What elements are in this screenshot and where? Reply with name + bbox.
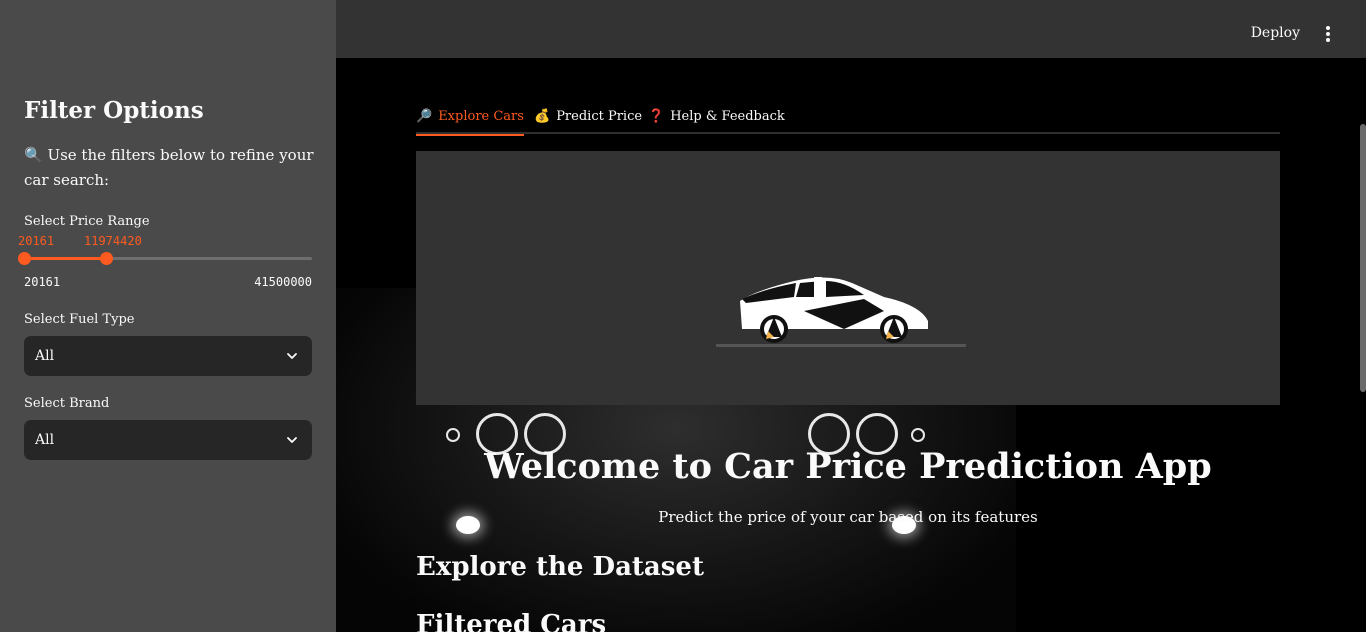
magnifier-icon: 🔎 <box>416 108 433 124</box>
price-low-thumb[interactable] <box>17 252 31 265</box>
kebab-menu-icon[interactable] <box>1322 26 1334 42</box>
chevron-down-icon <box>287 437 297 443</box>
page-subtitle: Predict the price of your car based on i… <box>658 508 1038 526</box>
price-range-fill <box>24 257 107 260</box>
car-animation-banner <box>416 151 1280 405</box>
chevron-down-icon <box>287 353 297 359</box>
fuel-type-label: Select Fuel Type <box>24 312 135 327</box>
main-content: 🔎 Explore Cars 💰 Predict Price ❓ Help & … <box>336 58 1366 632</box>
tab-help-feedback[interactable]: ❓ Help & Feedback <box>648 104 785 128</box>
brand-value: All <box>35 432 55 448</box>
section-explore-dataset: Explore the Dataset <box>416 552 704 582</box>
road-line <box>716 344 966 347</box>
tab-explore-cars[interactable]: 🔎 Explore Cars <box>416 104 524 136</box>
fuel-type-select[interactable]: All <box>24 336 312 376</box>
price-low-value: 20161 <box>18 234 55 248</box>
tab-predict-price[interactable]: 💰 Predict Price <box>534 104 642 128</box>
money-bag-icon: 💰 <box>534 108 551 124</box>
price-min-label: 20161 <box>24 275 61 289</box>
sidebar-help-text: 🔍 Use the filters below to refine your c… <box>24 146 314 189</box>
question-icon: ❓ <box>648 108 665 124</box>
brand-label: Select Brand <box>24 396 110 411</box>
fuel-type-value: All <box>35 348 55 364</box>
sidebar-title: Filter Options <box>24 97 204 124</box>
price-high-value: 11974420 <box>84 234 142 248</box>
brand-select[interactable]: All <box>24 420 312 460</box>
main-scrollbar[interactable] <box>1360 124 1366 392</box>
tab-bar: 🔎 Explore Cars 💰 Predict Price ❓ Help & … <box>416 98 1280 136</box>
page-title: Welcome to Car Price Prediction App <box>484 446 1212 487</box>
deploy-button[interactable]: Deploy <box>1251 25 1300 41</box>
price-range-label: Select Price Range <box>24 214 150 229</box>
car-icon <box>740 277 928 343</box>
price-high-thumb[interactable] <box>100 252 114 265</box>
price-max-label: 41500000 <box>254 275 312 289</box>
price-range-slider[interactable] <box>17 252 312 265</box>
sidebar: Filter Options 🔍 Use the filters below t… <box>0 0 336 632</box>
section-filtered-cars: Filtered Cars <box>416 610 607 632</box>
app-header: Deploy <box>336 0 1366 58</box>
